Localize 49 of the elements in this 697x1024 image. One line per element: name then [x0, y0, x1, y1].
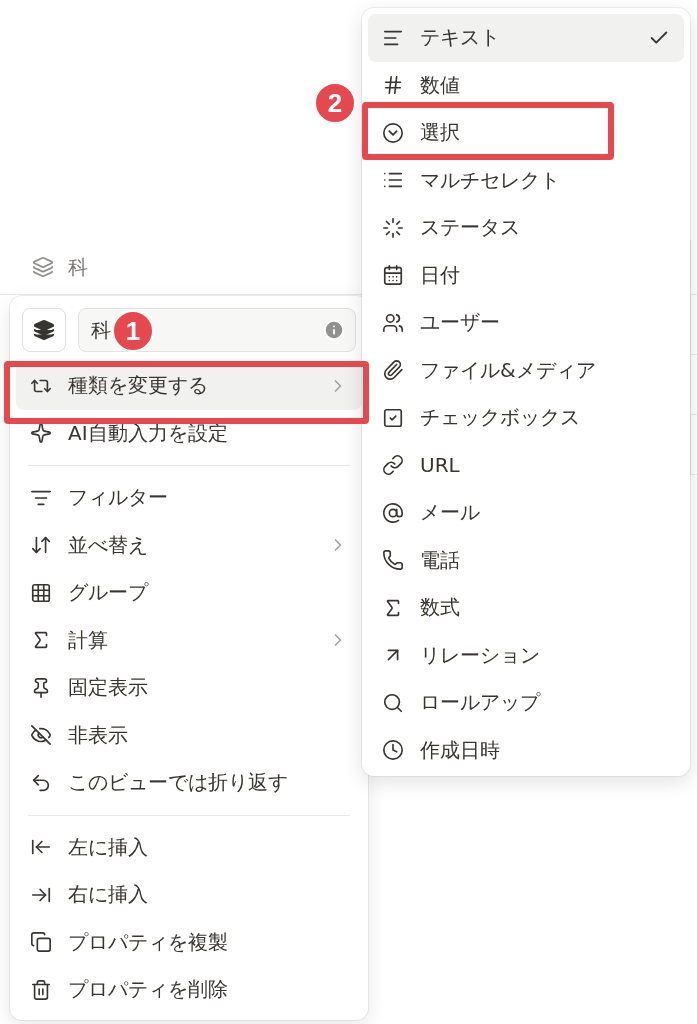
- search-icon: [382, 691, 404, 714]
- type-option[interactable]: 数値: [368, 61, 684, 109]
- menu-item[interactable]: 計算: [16, 616, 362, 664]
- type-option[interactable]: メール: [368, 489, 684, 537]
- calendar-icon: [382, 264, 404, 287]
- clock-icon: [382, 739, 404, 762]
- paperclip-icon: [382, 359, 404, 382]
- grid-icon: [30, 581, 52, 604]
- menu-item[interactable]: 右に挿入: [16, 871, 362, 919]
- type-option[interactable]: 作成日時: [368, 726, 684, 774]
- hash-icon: [382, 74, 404, 97]
- trash-icon: [30, 978, 52, 1001]
- menu-item[interactable]: 固定表示: [16, 664, 362, 712]
- menu-item[interactable]: グループ: [16, 569, 362, 617]
- column-header-label: 科: [68, 253, 88, 281]
- menu-item[interactable]: このビューでは折り返す: [16, 759, 362, 807]
- at-sign-icon: [382, 501, 404, 524]
- menu-item[interactable]: フィルター: [16, 474, 362, 522]
- type-option[interactable]: 選択: [368, 109, 684, 157]
- property-icon-button[interactable]: [22, 308, 66, 352]
- type-option[interactable]: 電話: [368, 536, 684, 584]
- type-option[interactable]: ロールアップ: [368, 679, 684, 727]
- type-option[interactable]: 数式: [368, 584, 684, 632]
- menu-item[interactable]: プロパティを複製: [16, 918, 362, 966]
- stack-icon: [33, 319, 55, 341]
- people-icon: [382, 311, 404, 334]
- menu-item[interactable]: プロパティを削除: [16, 966, 362, 1014]
- info-icon: [323, 319, 345, 341]
- type-option[interactable]: URL: [368, 441, 684, 489]
- stack-icon: [32, 256, 54, 278]
- menu-item[interactable]: 左に挿入: [16, 823, 362, 871]
- menu-item[interactable]: 非表示: [16, 711, 362, 759]
- eye-off-icon: [30, 724, 52, 747]
- phone-icon: [382, 549, 404, 572]
- menu-item[interactable]: 並べ替え: [16, 521, 362, 569]
- menu-item[interactable]: AI自動入力を設定: [16, 409, 362, 457]
- link-icon: [382, 454, 404, 477]
- type-option[interactable]: チェックボックス: [368, 394, 684, 442]
- step-badge: 2: [314, 82, 356, 124]
- type-option[interactable]: ファイル&メディア: [368, 346, 684, 394]
- dashed-circle-icon: [382, 216, 404, 239]
- type-option[interactable]: ユーザー: [368, 299, 684, 347]
- checkbox-icon: [382, 406, 404, 429]
- circle-caret-icon: [382, 121, 404, 144]
- copy-icon: [30, 931, 52, 954]
- type-option[interactable]: リレーション: [368, 631, 684, 679]
- sparkle-icon: [30, 422, 52, 445]
- type-option[interactable]: マルチセレクト: [368, 156, 684, 204]
- type-option[interactable]: テキスト: [368, 14, 684, 62]
